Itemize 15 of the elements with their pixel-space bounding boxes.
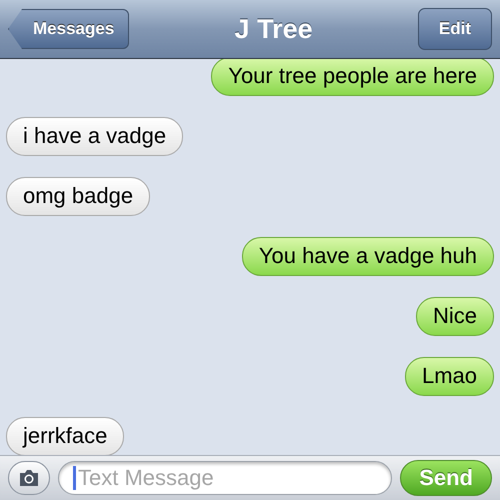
camera-button[interactable] — [8, 461, 50, 495]
send-button[interactable]: Send — [400, 460, 492, 496]
conversation-title: J Tree — [234, 14, 313, 44]
back-button[interactable]: Messages — [8, 9, 130, 49]
message-bubble: Your tree people are here — [211, 59, 494, 96]
text-cursor — [73, 466, 76, 490]
message-bubble: Nice — [416, 297, 494, 336]
message-bubble: i have a vadge — [6, 117, 184, 156]
message-bubble: omg badge — [6, 177, 150, 216]
message-bubble: jerrkface — [6, 417, 124, 455]
message-input-field[interactable]: Text Message — [58, 461, 392, 495]
message-bubble: Lmao — [404, 357, 494, 396]
message-bubble: You have a vadge huh — [242, 237, 494, 276]
camera-icon — [18, 469, 40, 487]
edit-button[interactable]: Edit — [418, 8, 492, 50]
